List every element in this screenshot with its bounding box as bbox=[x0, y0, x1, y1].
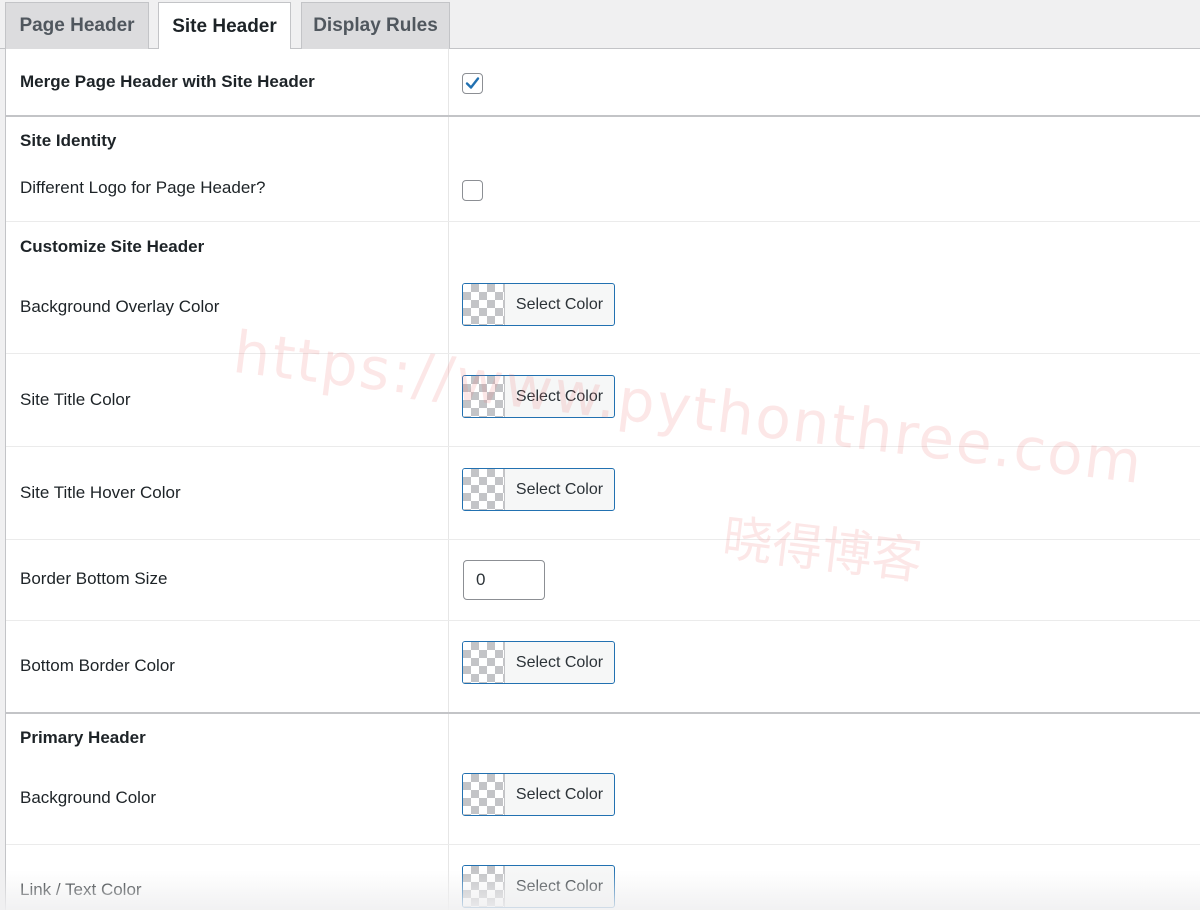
select-color-label: Select Color bbox=[515, 387, 604, 405]
border-bottom-size-label: Border Bottom Size bbox=[20, 569, 168, 588]
color-swatch bbox=[463, 866, 505, 907]
select-color-label: Select Color bbox=[515, 295, 604, 313]
section-divider bbox=[6, 115, 1200, 117]
bg-overlay-color-label: Background Overlay Color bbox=[20, 297, 220, 316]
color-swatch bbox=[463, 774, 505, 815]
row-divider bbox=[6, 221, 1200, 222]
tab-page-header[interactable]: Page Header bbox=[5, 2, 149, 49]
merge-header-label: Merge Page Header with Site Header bbox=[20, 72, 315, 91]
link-text-color-button[interactable]: Select Color bbox=[462, 865, 615, 908]
select-color-label: Select Color bbox=[515, 480, 604, 498]
tab-display-rules[interactable]: Display Rules bbox=[301, 2, 450, 49]
site-identity-heading: Site Identity bbox=[20, 131, 117, 150]
color-swatch bbox=[463, 284, 505, 325]
select-color-label: Select Color bbox=[515, 653, 604, 671]
tab-bar: Page Header Site Header Display Rules bbox=[0, 0, 1200, 50]
tab-label: Display Rules bbox=[313, 15, 438, 36]
background-color-label: Background Color bbox=[20, 788, 157, 807]
customize-site-header-heading: Customize Site Header bbox=[20, 237, 205, 256]
tab-site-header[interactable]: Site Header bbox=[158, 2, 291, 50]
checkmark-icon bbox=[465, 77, 480, 89]
site-title-color-label: Site Title Color bbox=[20, 390, 131, 409]
row-divider bbox=[6, 620, 1200, 621]
different-logo-checkbox[interactable] bbox=[462, 180, 483, 201]
merge-header-checkbox[interactable] bbox=[462, 73, 483, 94]
primary-header-heading: Primary Header bbox=[20, 728, 146, 747]
select-color-label: Select Color bbox=[515, 877, 604, 895]
site-title-hover-color-label: Site Title Hover Color bbox=[20, 483, 181, 502]
border-bottom-size-input[interactable] bbox=[463, 560, 545, 600]
tab-label: Site Header bbox=[172, 15, 277, 37]
link-text-color-label: Link / Text Color bbox=[20, 880, 142, 899]
bottom-border-color-button[interactable]: Select Color bbox=[462, 641, 615, 684]
site-title-color-button[interactable]: Select Color bbox=[462, 375, 615, 418]
select-color-label: Select Color bbox=[515, 785, 604, 803]
row-divider bbox=[6, 539, 1200, 540]
color-swatch bbox=[463, 376, 505, 417]
row-divider bbox=[6, 353, 1200, 354]
color-swatch bbox=[463, 469, 505, 510]
row-divider bbox=[6, 844, 1200, 845]
background-color-button[interactable]: Select Color bbox=[462, 773, 615, 816]
tab-label: Page Header bbox=[19, 15, 135, 36]
color-swatch bbox=[463, 642, 505, 683]
settings-panel: Merge Page Header with Site Header Site … bbox=[5, 49, 1200, 910]
different-logo-label: Different Logo for Page Header? bbox=[20, 178, 266, 197]
bottom-border-color-label: Bottom Border Color bbox=[20, 656, 175, 675]
section-divider bbox=[6, 712, 1200, 714]
row-divider bbox=[6, 446, 1200, 447]
site-title-hover-color-button[interactable]: Select Color bbox=[462, 468, 615, 511]
bg-overlay-color-button[interactable]: Select Color bbox=[462, 283, 615, 326]
column-divider bbox=[448, 49, 449, 910]
